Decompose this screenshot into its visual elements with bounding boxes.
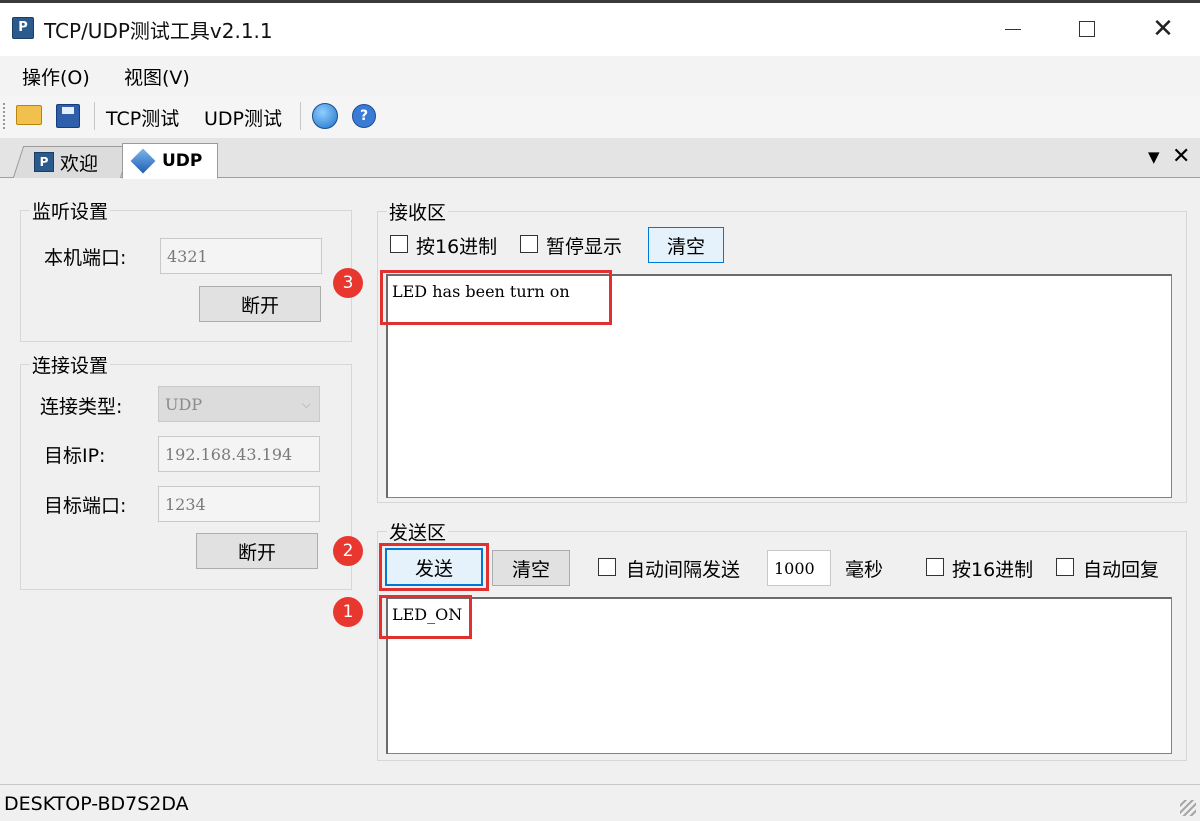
receive-area-title: 接收区 [387,198,449,225]
auto-reply-checkbox[interactable] [1056,558,1074,576]
send-textarea[interactable]: LED_ON [386,597,1172,754]
chevron-down-icon: ⌵ [301,396,311,411]
highlight-received-text [380,270,612,325]
send-clear-button[interactable]: 清空 [492,550,570,586]
tcp-test-button[interactable]: TCP测试 [106,104,179,131]
annotation-badge-3: 3 [333,268,363,298]
local-port-field[interactable]: 4321 [160,238,322,274]
udp-test-button[interactable]: UDP测试 [204,104,282,131]
pause-display-label: 暂停显示 [546,236,623,258]
auto-interval-label: 自动间隔发送 [626,559,741,581]
help-icon[interactable]: ? [352,104,376,128]
send-hex-label: 按16进制 [952,559,1034,581]
annotation-badge-2: 2 [333,536,363,566]
target-ip-label: 目标IP: [44,445,106,467]
target-port-label: 目标端口: [44,495,127,517]
open-folder-icon[interactable] [16,105,42,125]
auto-interval-checkbox[interactable] [598,558,616,576]
receive-hex-label: 按16进制 [416,236,498,258]
minimize-button[interactable] [978,8,1048,50]
tab-close-icon[interactable]: ✕ [1172,144,1190,169]
menu-operation[interactable]: 操作(O) [22,63,90,90]
close-button[interactable]: ✕ [1128,8,1198,50]
welcome-icon: P [34,152,54,172]
interval-input[interactable]: 1000 [767,550,831,586]
app-icon: P [12,17,34,39]
minimize-icon [1005,28,1021,30]
listen-settings-title: 监听设置 [30,197,111,224]
menu-view[interactable]: 视图(V) [124,63,190,90]
save-icon[interactable] [56,104,80,128]
tab-list-dropdown-icon[interactable]: ▼ [1148,148,1160,166]
pause-display-checkbox[interactable] [520,235,538,253]
toolbar [0,96,1200,138]
resize-grip-icon[interactable] [1180,800,1196,816]
tab-welcome[interactable]: P 欢迎 [34,146,98,178]
connection-type-value: UDP [165,394,203,414]
maximize-button[interactable] [1052,8,1122,50]
interval-unit-label: 毫秒 [845,559,884,581]
toolbar-grip[interactable] [3,103,6,129]
highlight-send-button [379,543,489,591]
auto-reply-label: 自动回复 [1083,559,1160,581]
receive-clear-button[interactable]: 清空 [648,227,724,263]
tab-udp[interactable]: UDP [130,143,203,179]
target-port-field[interactable]: 1234 [158,486,320,522]
local-port-label: 本机端口: [44,247,127,269]
maximize-icon [1079,21,1095,37]
window-title: TCP/UDP测试工具v2.1.1 [44,19,273,43]
target-ip-field[interactable]: 192.168.43.194 [158,436,320,472]
status-hostname: DESKTOP-BD7S2DA [4,793,189,815]
tab-udp-label: UDP [162,151,203,171]
close-icon: ✕ [1152,14,1174,44]
send-area-title: 发送区 [387,518,449,545]
tab-welcome-label: 欢迎 [60,152,99,175]
toolbar-separator [300,102,301,130]
listen-disconnect-button[interactable]: 断开 [199,286,321,322]
connection-type-select[interactable]: UDP ⌵ [158,386,320,422]
browser-icon[interactable] [312,103,338,129]
connection-settings-title: 连接设置 [30,351,111,378]
udp-icon [130,148,156,174]
highlight-send-text [379,595,472,639]
connection-type-label: 连接类型: [40,396,123,418]
send-hex-checkbox[interactable] [926,558,944,576]
listen-settings-group [20,210,352,342]
connection-disconnect-button[interactable]: 断开 [196,533,318,569]
annotation-badge-1: 1 [333,597,363,627]
toolbar-separator [94,102,95,130]
receive-hex-checkbox[interactable] [390,235,408,253]
